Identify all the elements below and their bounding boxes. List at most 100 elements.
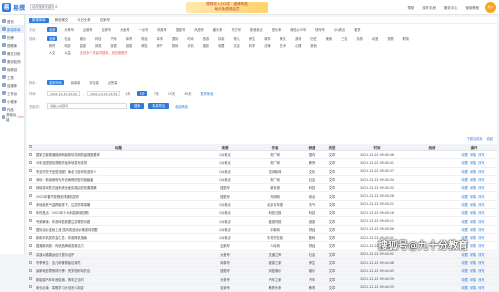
- category-chip[interactable]: 汽车: [109, 36, 119, 41]
- table-row[interactable]: 年终盘点：2021年十大科技新闻回顾 QQ看点 科技日报 科技 文章 2021-12-22…: [29, 209, 497, 218]
- top-link[interactable]: 操作手册: [422, 5, 436, 10]
- row-op-link[interactable]: 收藏: [461, 195, 467, 199]
- platform-chip[interactable]: QQ看点: [332, 27, 347, 32]
- row-op-link[interactable]: 采集: [470, 269, 476, 273]
- more-filter-toggle[interactable]: 更多筛选: [198, 91, 215, 96]
- row-checkbox[interactable]: [29, 152, 32, 156]
- row-op-link[interactable]: 采集: [470, 211, 476, 215]
- row-op-link[interactable]: 收藏: [461, 186, 467, 190]
- row-op-link[interactable]: 改写: [478, 278, 484, 282]
- time-chip[interactable]: 3天: [137, 91, 147, 96]
- row-op-link[interactable]: 改写: [478, 220, 484, 224]
- row-checkbox[interactable]: [29, 260, 32, 264]
- sidebar-item-home[interactable]: 首页: [0, 17, 24, 25]
- col-title[interactable]: 标题: [34, 145, 201, 150]
- category-chip[interactable]: 三农: [339, 36, 349, 41]
- category-chip[interactable]: 房产: [155, 43, 165, 48]
- sidebar-item-video[interactable]: 视频库: [0, 41, 24, 49]
- time-to-field[interactable]: 2021-12-22 23:59: [87, 91, 121, 96]
- category-chip[interactable]: 其他: [308, 43, 318, 48]
- row-op-link[interactable]: 采集: [470, 228, 476, 232]
- row-checkbox[interactable]: [29, 177, 32, 181]
- category-chip[interactable]: 体育: [124, 36, 134, 41]
- row-op-link[interactable]: 改写: [478, 269, 484, 273]
- row-op-link[interactable]: 收藏: [461, 211, 467, 215]
- row-title[interactable]: 最新电影票房排行榜：贺岁档即将开启: [34, 268, 201, 273]
- table-row[interactable]: 国家卫健委通报病例最新情况和防疫措施要求 QQ看点 央广网 国内 文章 2021-12-2…: [29, 151, 497, 160]
- search-input[interactable]: [30, 4, 54, 10]
- download-page-link[interactable]: 下载当前页: [467, 136, 483, 141]
- row-op-link[interactable]: 改写: [478, 203, 484, 207]
- row-op-link[interactable]: 收藏: [461, 278, 467, 282]
- category-chip[interactable]: 教育: [47, 43, 57, 48]
- row-title[interactable]: 年终盘点：2021年十大科技新闻回顾: [34, 210, 201, 215]
- table-row[interactable]: 今年全国首批寒假开始多地发布安排 QQ看点 央广网 教育 文章 2021-12-22 09…: [29, 159, 497, 168]
- category-chip[interactable]: 摄影: [201, 43, 211, 48]
- row-title[interactable]: 家长必读：寒假学习计划怎么制定: [34, 285, 201, 290]
- table-row[interactable]: 深圳：新增病例为外省病例的密切接触者 QQ看点 央广网 社会 文章 2021-12-22 …: [29, 176, 497, 185]
- sidebar-item-self-media[interactable]: 自媒体: [0, 81, 24, 89]
- sidebar-item-hot[interactable]: 热榜: [0, 33, 24, 41]
- keyword-input[interactable]: 请输入关键词: [47, 103, 127, 109]
- category-chip[interactable]: 数码: [170, 43, 180, 48]
- row-title[interactable]: 今年全国首批寒假开始多地发布安排: [34, 160, 201, 165]
- table-row[interactable]: 冬至吃饺子还是汤圆？南北习俗你知道多少 QQ看点 澎湃新闻 文化 文章 2021-12-2…: [29, 168, 497, 176]
- time-chip[interactable]: 1天: [123, 91, 132, 96]
- platform-chip[interactable]: 东方号: [229, 27, 243, 32]
- row-title[interactable]: 国家卫健委通报病例最新情况和防疫措施要求: [34, 152, 201, 157]
- category-chip[interactable]: 心理: [293, 43, 303, 48]
- platform-chip[interactable]: 搜狐号: [174, 27, 188, 32]
- category-chip[interactable]: 娱乐: [78, 36, 88, 41]
- row-op-link[interactable]: 收藏: [461, 203, 467, 207]
- row-op-link[interactable]: 采集: [470, 195, 476, 199]
- row-checkbox[interactable]: [29, 235, 32, 239]
- category-chip[interactable]: 情感: [355, 36, 365, 41]
- row-op-link[interactable]: 改写: [478, 253, 484, 257]
- row-title[interactable]: 冬季养生：这几种食物建议常吃: [34, 260, 201, 265]
- sidebar-item-original-check[interactable]: 原创检测: [0, 57, 24, 65]
- category-chip[interactable]: 财经: [139, 36, 149, 41]
- platform-chip[interactable]: 企鹅号: [81, 27, 95, 32]
- batch-export-button[interactable]: 批量导出: [148, 103, 170, 109]
- row-op-link[interactable]: 改写: [478, 186, 484, 190]
- row-checkbox[interactable]: [29, 227, 32, 231]
- row-checkbox[interactable]: [29, 243, 32, 247]
- platform-chip[interactable]: 微信公众号: [288, 27, 308, 32]
- category-chip[interactable]: 科学: [247, 43, 257, 48]
- platform-chip[interactable]: 大鱼号: [118, 27, 132, 32]
- row-op-link[interactable]: 采集: [470, 278, 476, 282]
- category-chip[interactable]: 养生: [247, 36, 257, 41]
- row-op-link[interactable]: 收藏: [461, 178, 467, 182]
- row-op-link[interactable]: 采集: [470, 236, 476, 240]
- table-row[interactable]: 新能源汽车年底促销，购车正当时 头条号 汽车之家 汽车 文章 2021-12-22 09:…: [29, 275, 497, 284]
- select-all-checkbox[interactable]: [29, 145, 32, 148]
- row-op-link[interactable]: 收藏: [461, 170, 467, 174]
- row-op-link[interactable]: 收藏: [461, 161, 467, 165]
- row-op-link[interactable]: 改写: [478, 286, 484, 290]
- row-checkbox[interactable]: [29, 202, 32, 206]
- platform-chip[interactable]: 一点号: [137, 27, 151, 32]
- category-chip[interactable]: 手机: [185, 43, 195, 48]
- row-op-link[interactable]: 改写: [478, 261, 484, 265]
- row-op-link[interactable]: 采集: [470, 178, 476, 182]
- tab-wechat[interactable]: 微信爆文: [52, 18, 72, 23]
- row-op-link[interactable]: 采集: [470, 203, 476, 207]
- row-op-link[interactable]: 收藏: [461, 261, 467, 265]
- row-op-link[interactable]: 改写: [478, 178, 484, 182]
- category-chip[interactable]: 动漫: [370, 36, 380, 41]
- row-title[interactable]: 网络游戏防沉迷系统全面实施后的效果观察: [34, 185, 201, 190]
- category-chip[interactable]: 旅游: [201, 36, 211, 41]
- category-chip[interactable]: 文化: [232, 43, 242, 48]
- row-op-link[interactable]: 改写: [478, 170, 484, 174]
- category-chip[interactable]: 育儿: [232, 36, 242, 41]
- row-checkbox[interactable]: [29, 277, 32, 281]
- row-title[interactable]: 新能源汽车年底促销，购车正当时: [34, 277, 201, 282]
- row-op-link[interactable]: 采集: [470, 261, 476, 265]
- row-checkbox[interactable]: [29, 185, 32, 189]
- row-op-link[interactable]: 采集: [470, 244, 476, 248]
- row-title[interactable]: 冬至吃饺子还是汤圆？南北习俗你知道多少: [34, 169, 201, 174]
- row-op-link[interactable]: 改写: [478, 161, 484, 165]
- row-op-link[interactable]: 采集: [470, 286, 476, 290]
- sidebar-item-other[interactable]: 其他功能 HOT: [0, 113, 24, 122]
- category-chip[interactable]: 全部: [47, 36, 58, 41]
